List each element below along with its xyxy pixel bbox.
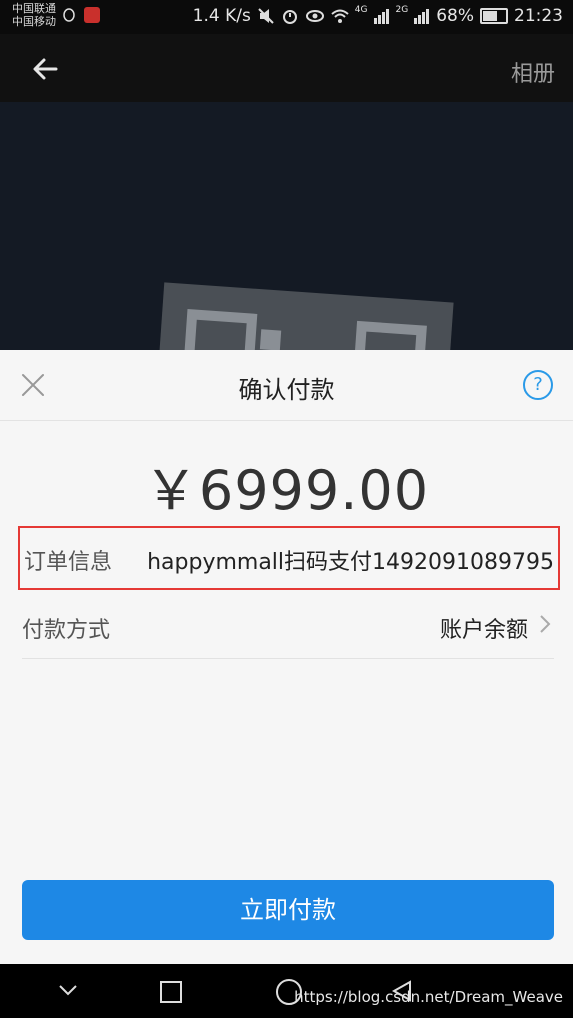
help-icon[interactable]: ? [523, 370, 553, 400]
payment-amount: ￥6999.00 [143, 459, 430, 522]
sheet-header: 确认付款 ? [0, 350, 573, 421]
battery-percent: 68% [436, 6, 474, 26]
recent-apps-icon[interactable] [160, 981, 182, 1003]
qr-code-image [182, 309, 427, 352]
confirm-payment-sheet: 确认付款 ? ￥6999.00 订单信息 happymmall扫码支付14920… [0, 350, 573, 964]
carrier-2: 中国移动 [12, 15, 56, 28]
payment-method-row[interactable]: 付款方式 账户余额 [22, 598, 554, 659]
order-info-label: 订单信息 [24, 550, 113, 575]
network-speed: 1.4 K/s [192, 6, 251, 26]
pay-now-button[interactable]: 立即付款 [22, 880, 554, 940]
arrow-left-icon[interactable] [30, 54, 64, 84]
status-right: 1.4 K/s 4G 2G 68% 21:23 [192, 5, 563, 26]
signal-icon-2 [414, 9, 430, 24]
battery-icon [480, 8, 508, 24]
chevron-right-icon [540, 615, 551, 633]
signal-icon-1 [373, 9, 389, 24]
mute-icon [258, 8, 274, 24]
carrier-info: 中国联通 中国移动 [12, 2, 56, 28]
payment-method-value: 账户余额 [439, 618, 528, 643]
chevron-down-icon[interactable] [58, 984, 78, 996]
status-bar: 中国联通 中国移动 1.4 K/s 4G 2G 68% 21:23 [0, 0, 573, 34]
eye-icon [305, 10, 324, 22]
album-button[interactable]: 相册 [511, 56, 555, 88]
watermark-text: https://blog.csdn.net/Dream_Weave [294, 988, 563, 1006]
qq-icon [63, 8, 75, 22]
huawei-app-icon [84, 7, 100, 23]
network-label-1: 4G [354, 5, 368, 15]
battery-fill [483, 11, 497, 21]
order-info-row: 订单信息 happymmall扫码支付1492091089795 [18, 526, 560, 590]
camera-preview [0, 102, 573, 352]
alarm-icon [282, 10, 297, 24]
network-label-2: 2G [395, 5, 409, 15]
qr-code-card [136, 282, 454, 352]
scanner-header: 相册 [0, 34, 573, 102]
order-info-value: happymmall扫码支付1492091089795 [147, 550, 554, 575]
payment-method-label: 付款方式 [22, 618, 111, 643]
wifi-icon [331, 9, 349, 23]
clock: 21:23 [514, 6, 563, 26]
carrier-1: 中国联通 [12, 2, 56, 15]
sheet-title: 确认付款 [238, 376, 335, 404]
navigation-bar: https://blog.csdn.net/Dream_Weave [0, 964, 573, 1018]
